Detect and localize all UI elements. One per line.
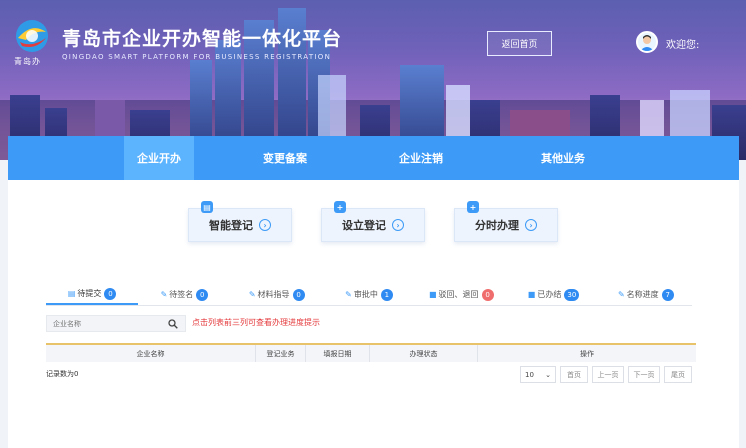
main-panel: ▤ 智能登记 › + 设立登记 › + 分时办理 › ▤ 待提交 0 ✎ 待签名… — [8, 180, 739, 448]
search-box — [46, 315, 186, 332]
establish-register-label: 设立登记 — [342, 219, 386, 232]
smart-register-button[interactable]: ▤ 智能登记 › — [188, 201, 292, 242]
count-badge: 30 — [564, 288, 580, 301]
tab-material-guide[interactable]: ✎ 材料指导 0 — [231, 284, 323, 305]
progress-hint: 点击列表前三列可查看办理进度提示 — [192, 318, 320, 327]
tab-rejected[interactable]: ■ 驳回、退回 0 — [415, 284, 507, 305]
count-badge: 0 — [196, 288, 209, 301]
edit-icon: ✎ — [345, 290, 352, 299]
nav-item-business-start[interactable]: 企业开办 — [124, 136, 194, 180]
last-page-button[interactable]: 尾页 — [664, 366, 692, 383]
count-badge: 1 — [380, 288, 393, 301]
logo-text: 青岛办 — [14, 57, 41, 66]
search-input[interactable] — [47, 319, 165, 328]
tab-name-progress[interactable]: ✎ 名称进度 7 — [600, 284, 692, 305]
page: 青岛办 青岛市企业开办智能一体化平台 QINGDAO SMART PLATFOR… — [0, 0, 746, 448]
timeshare-icon: + — [467, 201, 479, 213]
edit-icon: ✎ — [160, 290, 168, 299]
tab-pending-submit[interactable]: ▤ 待提交 0 — [46, 284, 139, 305]
user-avatar-icon — [640, 35, 654, 51]
tab-pending-sign[interactable]: ✎ 待签名 0 — [138, 284, 230, 305]
establish-register-icon: + — [334, 201, 346, 213]
tab-label: 驳回、退回 — [438, 290, 479, 299]
chevron-right-icon: › — [525, 219, 537, 231]
search-icon[interactable] — [165, 316, 181, 332]
count-badge: 0 — [292, 288, 305, 301]
tab-label: 已办结 — [537, 290, 562, 299]
page-size-select[interactable]: 10 ⌄ — [520, 366, 556, 383]
edit-icon: ✎ — [248, 290, 256, 299]
chevron-right-icon: › — [392, 219, 404, 231]
tab-label: 待提交 — [77, 289, 102, 298]
tab-label: 名称进度 — [626, 290, 659, 299]
column-fill-date: 填报日期 — [306, 345, 370, 362]
timeshare-button[interactable]: + 分时办理 › — [454, 201, 558, 242]
record-count: 记录数为0 — [46, 370, 79, 378]
pagination: 10 ⌄ 首页 上一页 下一页 尾页 — [520, 366, 692, 383]
nav-item-deregistration[interactable]: 企业注销 — [386, 136, 456, 180]
table-header: 企业名称 登记业务 填报日期 办理状态 操作 — [46, 343, 696, 362]
tab-label: 材料指导 — [257, 290, 290, 299]
tab-label: 待签名 — [169, 290, 194, 299]
column-actions: 操作 — [580, 349, 594, 358]
welcome-text: 欢迎您: — [666, 40, 700, 51]
qingdao-logo-icon — [16, 20, 48, 52]
smart-register-icon: ▤ — [201, 201, 213, 213]
briefcase-icon: ■ — [527, 290, 536, 299]
page-title: 青岛市企业开办智能一体化平台 — [62, 28, 343, 50]
count-badge: 7 — [661, 288, 674, 301]
nav-item-other-services[interactable]: 其他业务 — [528, 136, 598, 180]
nav-item-change-record[interactable]: 变更备案 — [250, 136, 320, 180]
count-badge: 0 — [481, 288, 494, 301]
next-page-button[interactable]: 下一页 — [628, 366, 660, 383]
count-badge: 0 — [104, 287, 117, 300]
page-size-value: 10 — [525, 370, 534, 379]
list-icon: ▤ — [67, 289, 76, 298]
column-status: 办理状态 — [370, 345, 478, 362]
first-page-button[interactable]: 首页 — [560, 366, 588, 383]
chevron-right-icon: › — [259, 219, 271, 231]
tab-label: 审批中 — [353, 290, 378, 299]
tab-in-approval[interactable]: ✎ 审批中 1 — [323, 284, 415, 305]
prev-page-button[interactable]: 上一页 — [592, 366, 624, 383]
main-nav: 企业开办 变更备案 企业注销 其他业务 — [8, 136, 739, 180]
briefcase-icon: ■ — [428, 290, 437, 299]
chevron-down-icon: ⌄ — [545, 370, 551, 379]
column-company-name: 企业名称 — [46, 345, 256, 362]
smart-register-label: 智能登记 — [209, 219, 253, 232]
home-button[interactable]: 返回首页 — [487, 31, 552, 56]
status-tabs: ▤ 待提交 0 ✎ 待签名 0 ✎ 材料指导 0 ✎ 审批中 1 ■ 驳回、退回 — [46, 284, 692, 306]
timeshare-label: 分时办理 — [475, 219, 519, 232]
establish-register-button[interactable]: + 设立登记 › — [321, 201, 425, 242]
page-subtitle: QINGDAO SMART PLATFORM FOR BUSINESS REGI… — [62, 53, 332, 61]
column-register-business: 登记业务 — [256, 345, 306, 362]
edit-icon: ✎ — [617, 290, 625, 299]
avatar[interactable] — [636, 31, 658, 53]
tab-completed[interactable]: ■ 已办结 30 — [507, 284, 599, 305]
